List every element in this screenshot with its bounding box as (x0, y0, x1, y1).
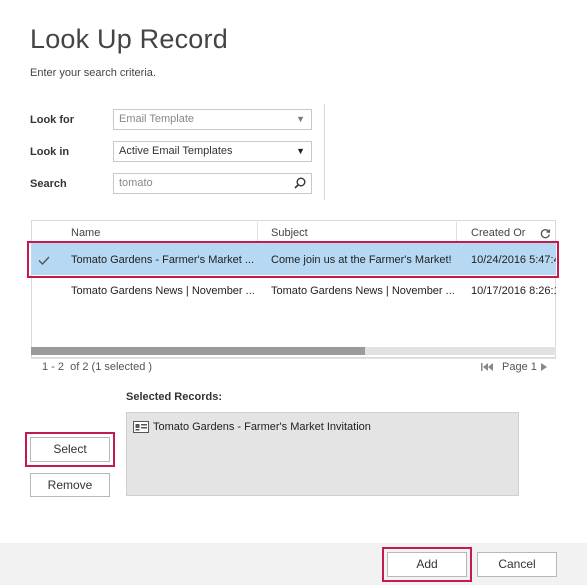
look-in-select[interactable]: Active Email Templates ▼ (113, 141, 312, 162)
select-button-highlight (25, 432, 115, 467)
column-header-subject[interactable]: Subject (271, 227, 308, 239)
form-divider (324, 104, 325, 200)
chevron-down-icon: ▼ (296, 146, 305, 156)
record-card-icon (133, 421, 149, 433)
page-label: Page 1 (502, 361, 537, 373)
column-divider (456, 222, 457, 242)
selected-records-label: Selected Records: (126, 391, 222, 403)
search-icon[interactable] (294, 177, 306, 189)
search-input[interactable]: tomato (113, 173, 312, 194)
row-name-cell[interactable]: Tomato Gardens News | November ... (71, 285, 255, 297)
selected-row-highlight (27, 241, 559, 278)
cancel-button[interactable]: Cancel (477, 552, 557, 577)
first-page-icon[interactable] (480, 362, 494, 372)
refresh-icon[interactable] (540, 228, 551, 239)
column-header-created-on[interactable]: Created Or (471, 227, 525, 239)
dialog-title: Look Up Record (30, 24, 228, 54)
chevron-down-icon: ▼ (296, 114, 305, 124)
look-in-value: Active Email Templates (119, 145, 233, 157)
record-count: 1 - 2 of 2 (1 selected ) (42, 361, 153, 373)
row-created-cell: 10/17/2016 8:26:1 (471, 285, 556, 297)
look-for-label: Look for (30, 114, 74, 126)
search-value: tomato (119, 177, 153, 189)
search-label: Search (30, 178, 67, 190)
look-in-label: Look in (30, 146, 70, 158)
column-divider (257, 222, 258, 242)
look-for-value: Email Template (119, 113, 194, 125)
scrollbar-thumb[interactable] (31, 347, 365, 355)
selected-record-item[interactable]: Tomato Gardens - Farmer's Market Invitat… (153, 421, 371, 433)
add-button-highlight (382, 547, 472, 582)
next-page-icon[interactable] (540, 362, 548, 372)
row-subject-cell: Tomato Gardens News | November ... (271, 285, 454, 297)
column-header-name[interactable]: Name (71, 227, 100, 239)
dialog-subtitle: Enter your search criteria. (30, 67, 156, 79)
look-for-select[interactable]: Email Template ▼ (113, 109, 312, 130)
remove-button[interactable]: Remove (30, 473, 110, 497)
